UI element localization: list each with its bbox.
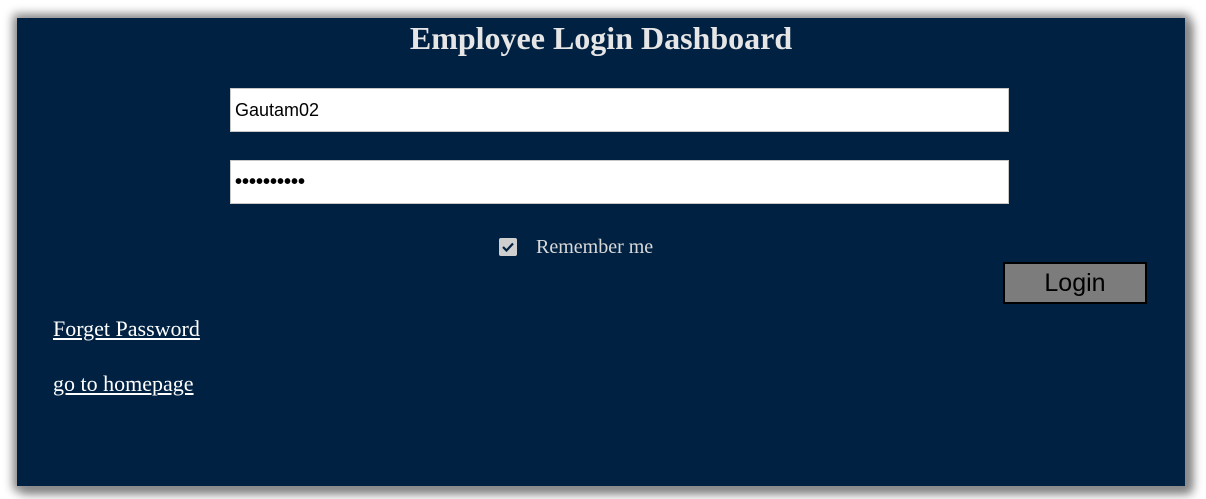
remember-me-label: Remember me <box>536 235 654 258</box>
homepage-link[interactable]: go to homepage <box>53 371 194 397</box>
remember-me-row[interactable]: Remember me <box>499 236 653 258</box>
login-panel: Employee Login Dashboard •••••••••• Reme… <box>17 18 1185 486</box>
forget-password-link[interactable]: Forget Password <box>53 316 200 342</box>
username-input[interactable] <box>230 88 1009 132</box>
checkmark-icon <box>502 242 514 252</box>
password-mask: •••••••••• <box>235 170 306 193</box>
login-button[interactable]: Login <box>1003 262 1147 304</box>
password-input[interactable]: •••••••••• <box>230 160 1009 204</box>
remember-me-checkbox[interactable] <box>499 238 517 256</box>
page-title: Employee Login Dashboard <box>409 20 793 56</box>
